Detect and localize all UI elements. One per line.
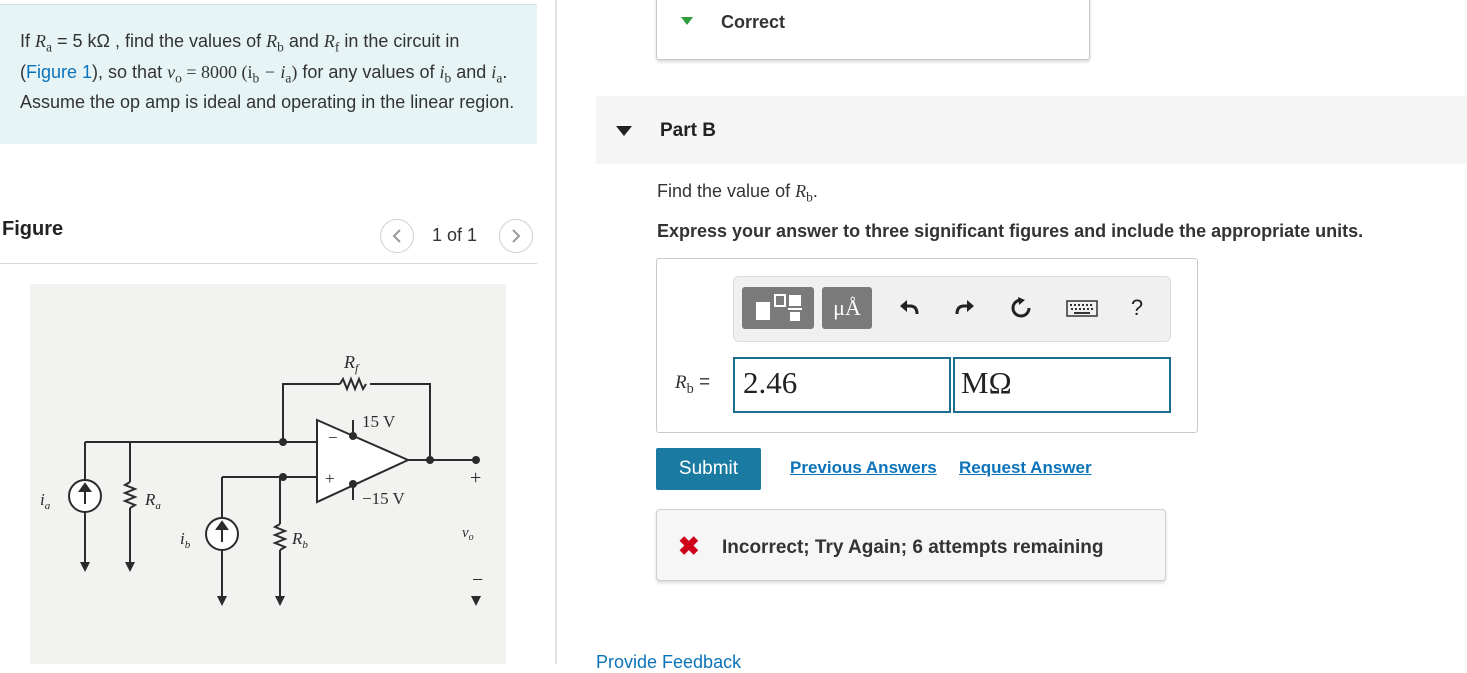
instruction-text: Express your answer to three significant… [657,221,1364,241]
figure-prev-button[interactable] [380,219,414,253]
math-rb: Rb [266,31,284,55]
reset-button[interactable] [1004,291,1038,325]
svg-text:15 V: 15 V [362,412,396,431]
figure-next-button[interactable] [499,219,533,253]
problem-text-part: and [283,31,324,51]
svg-text:+: + [470,467,481,489]
answer-label: Rb = [675,372,711,397]
figure-divider [0,263,537,264]
chevron-right-icon [512,229,521,243]
fraction-template-icon [756,294,802,321]
submit-button[interactable]: Submit [656,448,761,490]
resistor-ra [122,481,138,509]
column-divider [555,0,557,664]
previous-answers-link[interactable]: Previous Answers [790,458,937,478]
triangle-down-icon [681,17,693,25]
value-input[interactable]: 2.46 [733,357,951,413]
svg-text:ia: ia [40,490,51,512]
circuit-diagram: Rf 15 V −15 V − + ia Ra ib Rb vo + − [40,352,483,606]
problem-statement-box: If Ra = 5 kΩ , find the values of Rb and… [0,4,537,144]
resistor-rf [339,376,367,392]
math-rf: Rf [323,31,340,55]
previous-part-result-box: Correct [656,0,1090,60]
previous-part-status: Correct [721,12,786,32]
equation: vo = 8000 (ib − ia) [167,61,298,86]
error-x-icon: ✖ [678,531,700,561]
math-ia: ia [491,61,503,86]
units-button[interactable]: μÅ [822,287,872,329]
keyboard-button[interactable] [1062,291,1102,325]
undo-button[interactable] [892,291,926,325]
figure-title: Figure [2,218,64,240]
reset-icon [1011,297,1031,318]
svg-text:Rf: Rf [343,352,360,375]
feedback-message: Incorrect; Try Again; 6 attempts remaini… [722,537,1104,558]
problem-text-part: and [451,61,492,82]
caret-down-icon[interactable] [616,126,632,136]
math-ib: ib [439,61,452,86]
problem-text-part: = 5 kΩ , find the values of [52,31,267,51]
math-ra: Ra [35,31,53,55]
help-button[interactable]: ? [1120,291,1154,325]
unit-input[interactable]: MΩ [953,357,1171,413]
redo-button[interactable] [948,291,982,325]
redo-icon [955,300,974,315]
svg-text:+: + [325,469,335,488]
problem-text-part: for any values of [297,61,440,82]
svg-text:−: − [328,428,338,447]
resistor-rb [272,523,288,551]
problem-text: If Ra = 5 kΩ , find the values of Rb and… [20,29,520,115]
chevron-left-icon [392,229,401,243]
svg-text:−: − [472,569,483,591]
feedback-box: ✖ Incorrect; Try Again; 6 attempts remai… [656,509,1166,581]
figure-counter: 1 of 1 [432,225,478,245]
figure-link[interactable]: Figure 1 [26,62,92,82]
part-b-header[interactable]: Part B [596,96,1467,164]
svg-text:Ra: Ra [144,490,161,512]
math-toolbar: μÅ ? [733,276,1171,342]
problem-text-part: If [20,31,36,51]
problem-text-part: ), so that [92,61,168,82]
svg-text:vo: vo [462,525,474,543]
svg-text:Rb: Rb [291,529,308,551]
part-b-title: Part B [660,120,716,141]
question-text: Find the value of Rb. [657,181,818,205]
request-answer-link[interactable]: Request Answer [959,458,1092,478]
keyboard-icon [1066,300,1098,317]
svg-text:ib: ib [180,529,191,551]
template-button[interactable] [742,287,814,329]
undo-icon [900,300,919,315]
svg-text:−15 V: −15 V [362,489,406,508]
provide-feedback-link[interactable]: Provide Feedback [596,652,741,673]
